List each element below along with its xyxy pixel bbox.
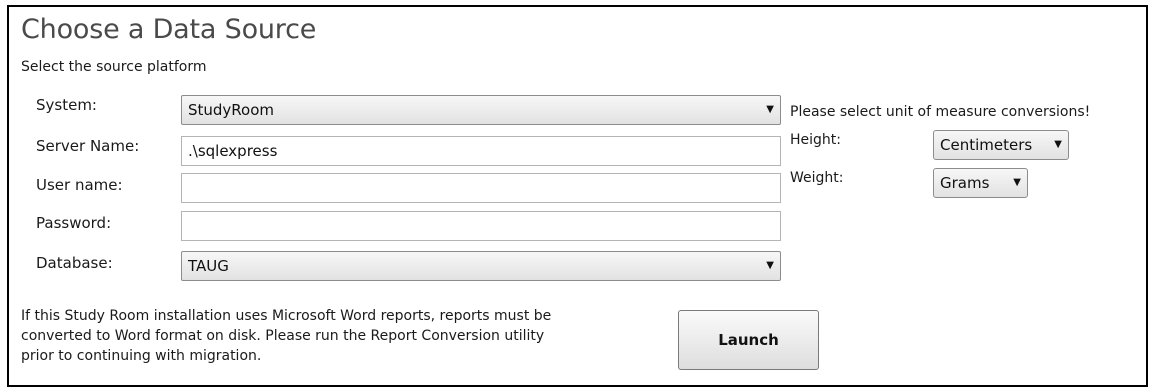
page-title: Choose a Data Source <box>21 14 317 45</box>
user-name-label: User name: <box>36 176 123 194</box>
database-label: Database: <box>36 254 113 272</box>
weight-label: Weight: <box>790 170 844 186</box>
chevron-down-icon: ▼ <box>1054 139 1062 150</box>
database-select[interactable]: TAUG ▼ <box>181 251 781 281</box>
units-prompt: Please select unit of measure conversion… <box>790 104 1091 120</box>
password-label: Password: <box>36 214 112 232</box>
migration-note-line: If this Study Room installation uses Mic… <box>21 308 552 324</box>
height-unit-value: Centimeters <box>940 136 1033 154</box>
system-select[interactable]: StudyRoom ▼ <box>181 95 781 125</box>
weight-unit-value: Grams <box>940 174 990 192</box>
migration-note: If this Study Room installation uses Mic… <box>21 306 681 366</box>
launch-button[interactable]: Launch <box>678 310 819 370</box>
migration-note-line: converted to Word format on disk. Please… <box>21 328 545 344</box>
chevron-down-icon: ▼ <box>766 260 774 271</box>
user-name-field[interactable] <box>181 173 781 203</box>
page-subtitle: Select the source platform <box>21 59 207 75</box>
system-select-value: StudyRoom <box>188 101 275 119</box>
height-unit-select[interactable]: Centimeters ▼ <box>933 130 1069 160</box>
weight-unit-select[interactable]: Grams ▼ <box>933 168 1028 198</box>
chevron-down-icon: ▼ <box>1013 177 1021 188</box>
database-select-value: TAUG <box>188 257 229 275</box>
password-field[interactable] <box>181 211 781 241</box>
height-label: Height: <box>790 132 841 148</box>
server-name-label: Server Name: <box>36 137 140 155</box>
chevron-down-icon: ▼ <box>766 104 774 115</box>
migration-note-line: prior to continuing with migration. <box>21 348 262 364</box>
system-label: System: <box>36 96 97 114</box>
server-name-field[interactable]: .\sqlexpress <box>181 136 781 166</box>
